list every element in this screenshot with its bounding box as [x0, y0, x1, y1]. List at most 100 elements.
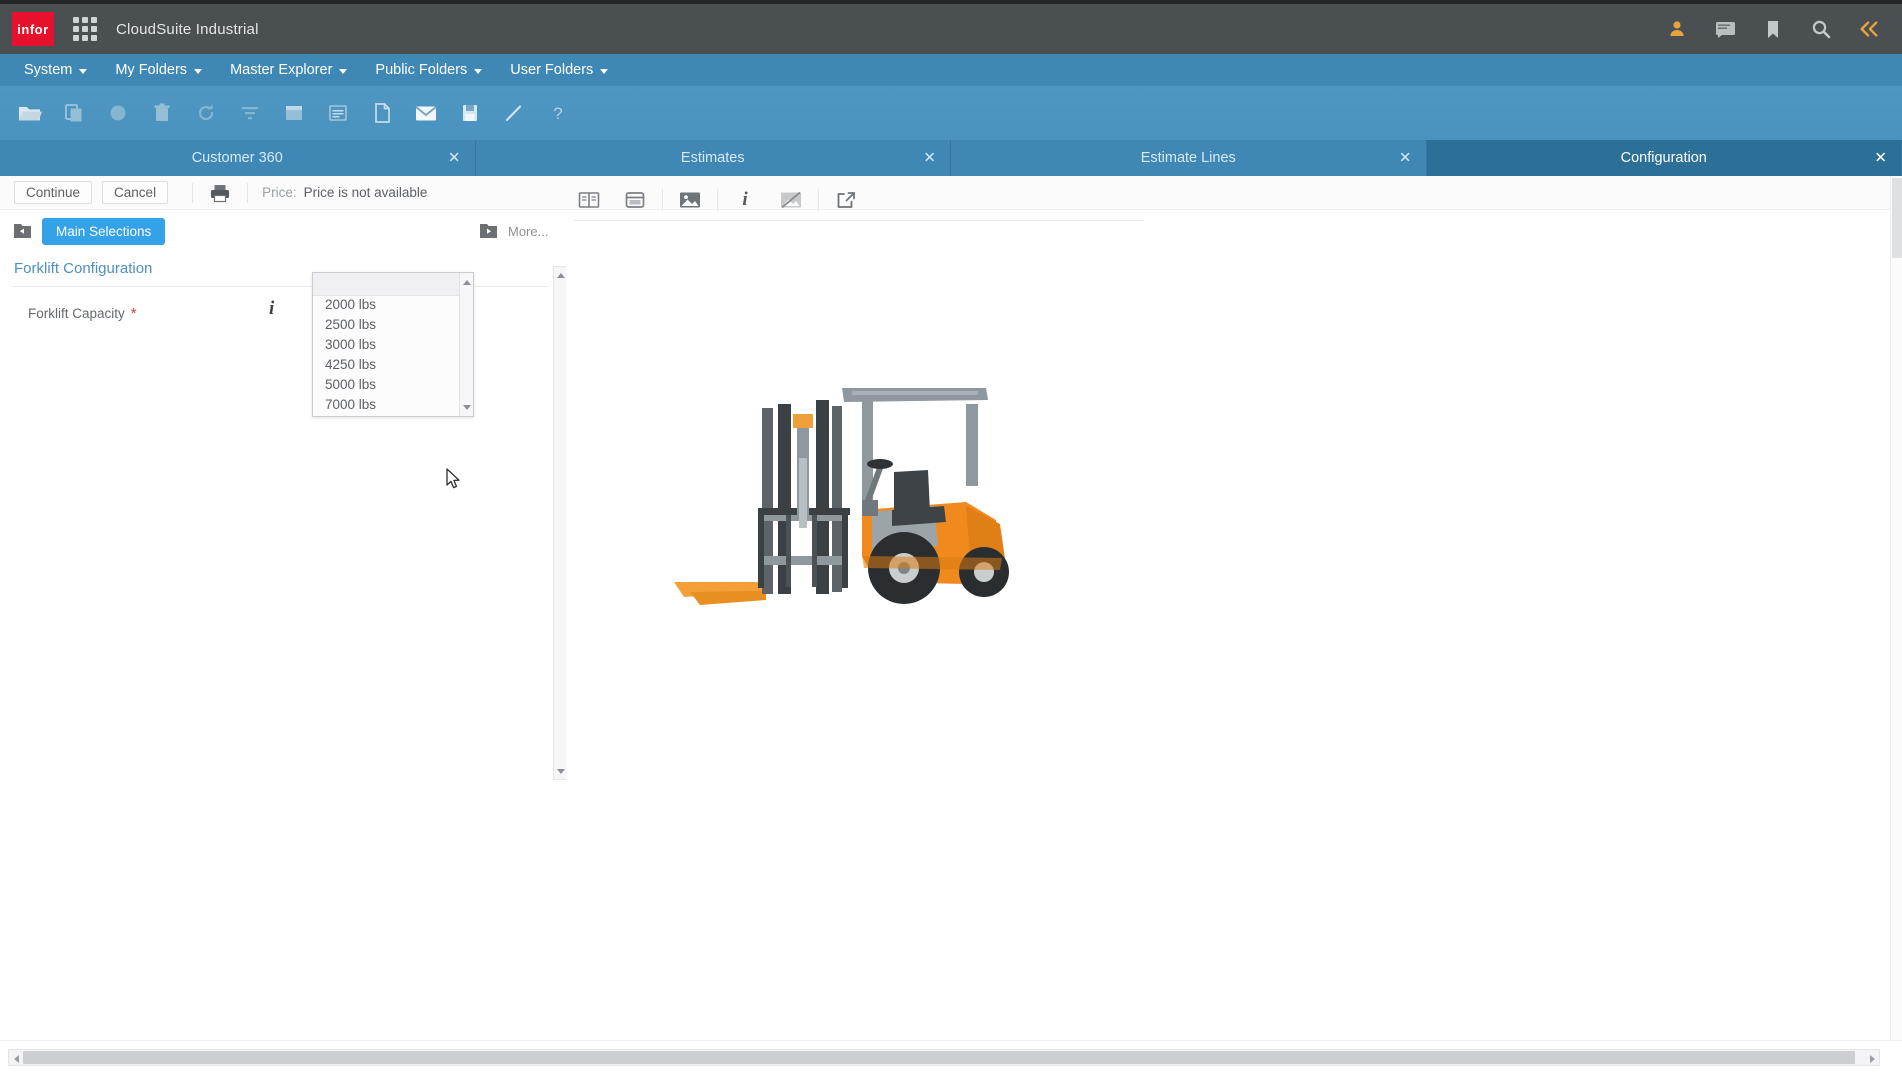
- refresh-icon[interactable]: [184, 93, 228, 133]
- image-view-icon[interactable]: [667, 185, 713, 215]
- folder-next-icon[interactable]: [478, 221, 498, 241]
- close-icon[interactable]: ✕: [1874, 151, 1887, 166]
- scroll-right-icon[interactable]: [1866, 1052, 1878, 1065]
- menu-item-public-folders[interactable]: Public Folders: [361, 54, 496, 86]
- menu-item-master-explorer-label: Master Explorer: [230, 62, 332, 78]
- tab-estimate-lines[interactable]: Estimate Lines ✕: [951, 140, 1427, 176]
- more-label[interactable]: More...: [508, 224, 548, 239]
- document-tab-strip: Customer 360 ✕ Estimates ✕ Estimate Line…: [0, 140, 1902, 176]
- chevron-down-icon: [79, 69, 87, 74]
- page-bottom-bar: [0, 1040, 1902, 1072]
- stamp-icon[interactable]: [96, 93, 140, 133]
- copy-icon[interactable]: [52, 93, 96, 133]
- message-icon[interactable]: [1714, 18, 1736, 40]
- image-disabled-icon[interactable]: [768, 185, 814, 215]
- price-label: Price:: [262, 185, 297, 200]
- menu-item-user-folders-label: User Folders: [510, 62, 593, 78]
- document-icon[interactable]: [360, 93, 404, 133]
- menu-item-system-label: System: [24, 62, 72, 78]
- edit-icon[interactable]: [492, 93, 536, 133]
- tab-customer-360-label: Customer 360: [192, 150, 283, 166]
- save-icon[interactable]: [448, 93, 492, 133]
- menu-item-my-folders[interactable]: My Folders: [101, 54, 216, 86]
- scrollbar-thumb[interactable]: [1892, 178, 1902, 258]
- popout-icon[interactable]: [823, 185, 869, 215]
- infor-logo[interactable]: infor: [12, 12, 54, 46]
- window-view-icon[interactable]: [612, 185, 658, 215]
- scroll-down-icon[interactable]: [460, 400, 474, 414]
- dropdown-empty-option[interactable]: [313, 273, 473, 296]
- printer-icon[interactable]: [207, 181, 233, 205]
- continue-button[interactable]: Continue: [14, 181, 92, 204]
- dropdown-option-7000[interactable]: 7000 lbs: [313, 395, 473, 415]
- folder-prev-icon[interactable]: [12, 221, 32, 241]
- close-icon[interactable]: ✕: [1399, 151, 1412, 166]
- delete-icon[interactable]: [140, 93, 184, 133]
- menu-item-public-folders-label: Public Folders: [375, 62, 467, 78]
- book-view-icon[interactable]: [566, 185, 612, 215]
- forklift-product-image: [666, 360, 1026, 630]
- grid-icon[interactable]: [272, 93, 316, 133]
- price-status: Price: Price is not available: [262, 185, 427, 200]
- collapse-left-icon[interactable]: [1858, 18, 1880, 40]
- tab-estimates[interactable]: Estimates ✕: [476, 140, 952, 176]
- help-icon[interactable]: ?: [536, 93, 580, 133]
- tab-configuration-label: Configuration: [1621, 150, 1707, 166]
- scroll-up-icon[interactable]: [460, 275, 474, 289]
- divider: [662, 189, 663, 211]
- dropdown-option-2000[interactable]: 2000 lbs: [313, 295, 473, 315]
- application-window: infor CloudSuite Industrial: [0, 0, 1902, 1072]
- view-tools: i: [566, 180, 1266, 220]
- dropdown-option-5000[interactable]: 5000 lbs: [313, 375, 473, 395]
- info-icon[interactable]: i: [722, 185, 768, 215]
- cancel-button[interactable]: Cancel: [102, 181, 168, 204]
- menu-item-system[interactable]: System: [10, 54, 101, 86]
- page-horizontal-scrollbar[interactable]: [8, 1049, 1880, 1066]
- chevron-down-icon: [339, 69, 347, 74]
- forklift-capacity-label: Forklift Capacity: [28, 306, 125, 321]
- filter-icon[interactable]: [228, 93, 272, 133]
- menu-item-my-folders-label: My Folders: [115, 62, 187, 78]
- forklift-capacity-dropdown[interactable]: 2000 lbs 2500 lbs 3000 lbs 4250 lbs 5000…: [312, 272, 474, 417]
- configuration-form-panel: Main Selections More... Forklift Configu…: [0, 210, 566, 780]
- tab-estimate-lines-label: Estimate Lines: [1141, 150, 1236, 166]
- chevron-down-icon: [194, 69, 202, 74]
- tab-estimates-label: Estimates: [681, 150, 745, 166]
- form-panel-scrollbar[interactable]: [553, 266, 567, 780]
- tab-configuration[interactable]: Configuration ✕: [1427, 140, 1902, 176]
- icon-toolbar: ?: [0, 86, 1902, 140]
- section-title: Forklift Configuration: [14, 260, 152, 277]
- main-selections-tab[interactable]: Main Selections: [42, 218, 165, 245]
- top-bar-actions: [1666, 18, 1902, 40]
- list-icon[interactable]: [316, 93, 360, 133]
- dropdown-option-4250[interactable]: 4250 lbs: [313, 355, 473, 375]
- app-grid-icon[interactable]: [72, 16, 98, 42]
- scroll-left-icon[interactable]: [10, 1052, 22, 1065]
- chevron-down-icon: [474, 69, 482, 74]
- svg-text:?: ?: [553, 104, 562, 123]
- page-vertical-scrollbar[interactable]: [1890, 176, 1902, 1040]
- divider: [818, 189, 819, 211]
- dropdown-option-2500[interactable]: 2500 lbs: [313, 315, 473, 335]
- user-icon[interactable]: [1666, 18, 1688, 40]
- close-icon[interactable]: ✕: [923, 151, 936, 166]
- global-top-bar: infor CloudSuite Industrial: [0, 0, 1902, 54]
- menu-item-user-folders[interactable]: User Folders: [496, 54, 622, 86]
- bookmark-icon[interactable]: [1762, 18, 1784, 40]
- mouse-cursor: [446, 468, 462, 490]
- search-icon[interactable]: [1810, 18, 1832, 40]
- menu-item-master-explorer[interactable]: Master Explorer: [216, 54, 361, 86]
- divider: [192, 183, 193, 203]
- open-folder-icon[interactable]: [8, 93, 52, 133]
- info-icon[interactable]: i: [269, 298, 274, 320]
- divider: [574, 220, 1144, 221]
- scrollbar-thumb[interactable]: [23, 1051, 1855, 1064]
- mail-icon[interactable]: [404, 93, 448, 133]
- dropdown-option-3000[interactable]: 3000 lbs: [313, 335, 473, 355]
- app-title: CloudSuite Industrial: [116, 21, 259, 38]
- close-icon[interactable]: ✕: [448, 151, 461, 166]
- dropdown-option-list: 2000 lbs 2500 lbs 3000 lbs 4250 lbs 5000…: [313, 295, 473, 415]
- dropdown-scrollbar[interactable]: [459, 273, 473, 416]
- tab-customer-360[interactable]: Customer 360 ✕: [0, 140, 476, 176]
- chevron-down-icon: [600, 69, 608, 74]
